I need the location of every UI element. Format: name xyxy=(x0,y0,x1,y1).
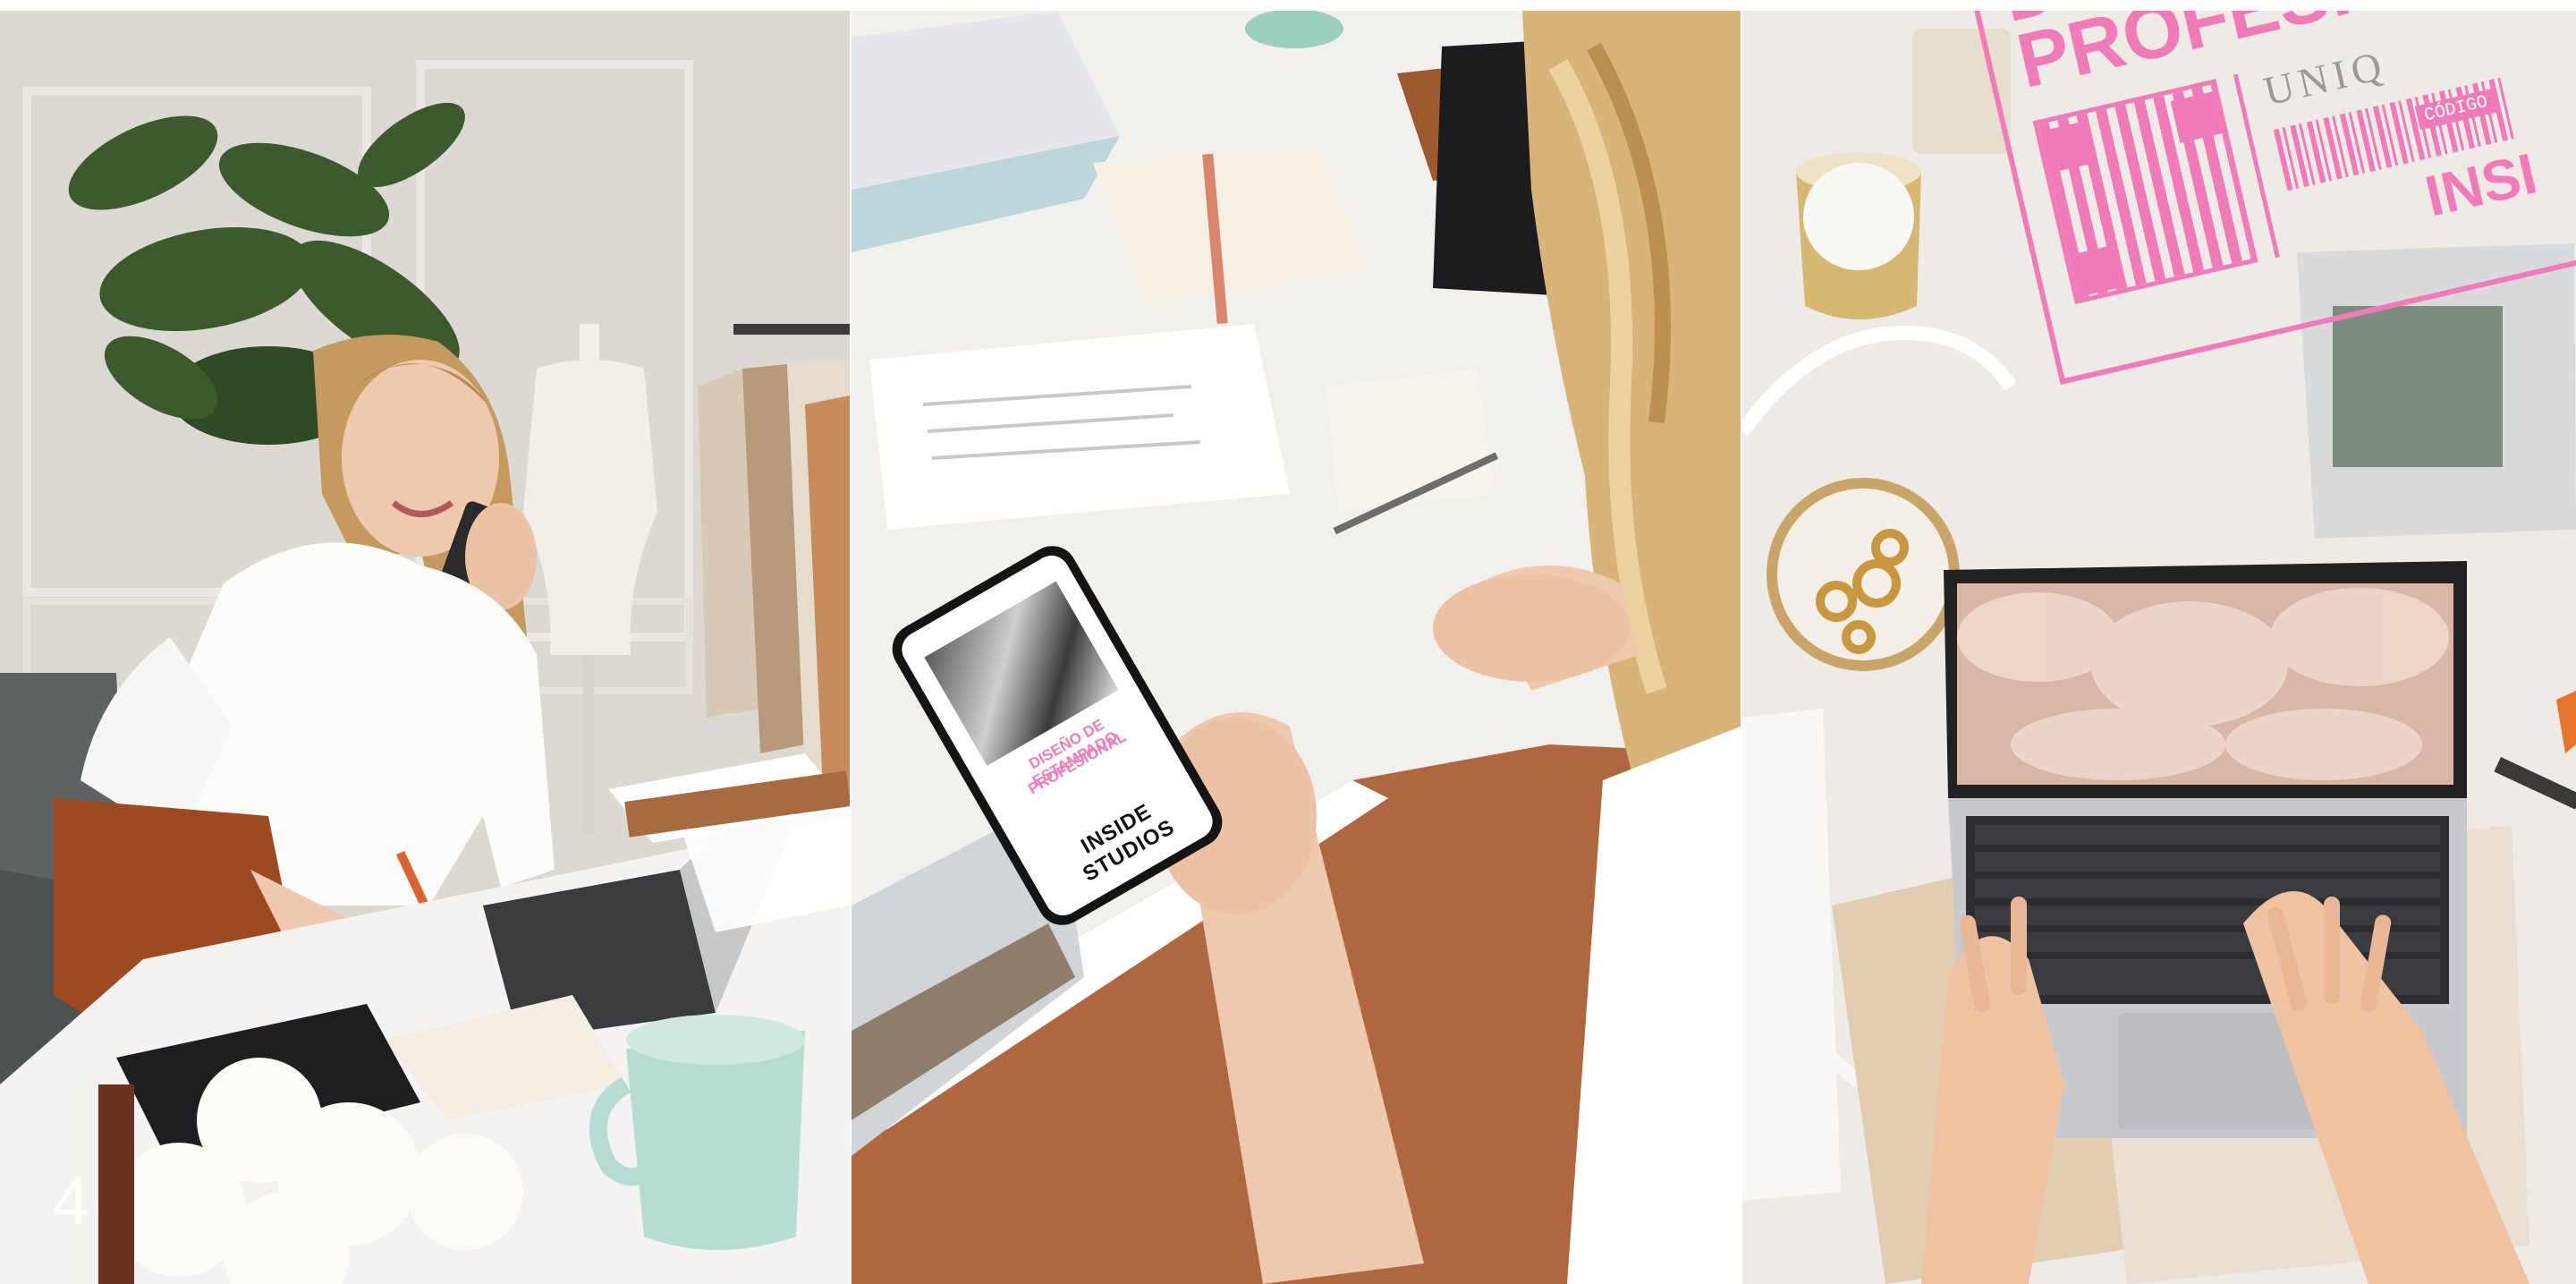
designer-scene xyxy=(0,11,850,1284)
laptop-flatlay-photo: DISEÑO PROFESIONAL UNIQ CÓDIGO INSI xyxy=(1742,11,2576,1284)
stamp-brand-partial: INSI xyxy=(2419,140,2543,229)
page-number: 4 xyxy=(52,1164,90,1240)
card-partial-text: UNIQ xyxy=(2259,41,2392,115)
qr-code xyxy=(2032,79,2258,305)
phone-in-hand-photo: DISEÑO DE ESTAMPADO PROFESIONAL INSIDE S… xyxy=(852,11,1741,1284)
designer-on-phone-photo: 4 xyxy=(0,11,850,1284)
